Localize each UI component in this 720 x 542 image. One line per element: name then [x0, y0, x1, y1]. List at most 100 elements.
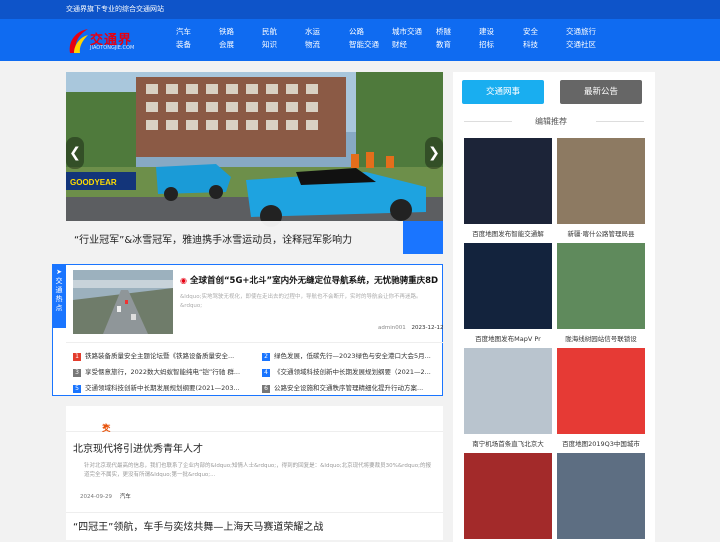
news-meta: 2024-09-29 汽车: [80, 492, 131, 500]
latest-news-header: ➤ 交通最新资讯: [66, 406, 443, 494]
divider: [464, 121, 512, 122]
logo-swoosh-icon: [69, 29, 88, 53]
nav-link[interactable]: 科技: [523, 38, 559, 51]
hot-tab-char: 交: [55, 277, 63, 285]
hot-list-text: 绿色发展，低碳先行—2023绿色与安全港口大会5月...: [274, 352, 431, 360]
hot-news-summary: &ldquo;实地驾驶无视化，即使在走出去的过程中，导航也不会断开，实时的导航会…: [180, 294, 422, 309]
hot-tab-char: 点: [55, 304, 63, 312]
slider-caption[interactable]: “行业冠军”&冰雪冠军，雅迪携手冰雪运动员，诠释冠军影响力: [66, 221, 403, 254]
editor-picks-heading: 编辑推荐: [535, 117, 567, 126]
rank-number: 2: [262, 353, 270, 361]
hot-news-image[interactable]: [73, 270, 173, 334]
hot-tab-char: 热: [55, 295, 63, 303]
nav-link[interactable]: 装备: [176, 38, 212, 51]
hot-author: admin001: [378, 325, 406, 331]
hot-list-item[interactable]: 2 绿色发展，低碳先行—2023绿色与安全港口大会5月...: [262, 350, 438, 361]
nav-item[interactable]: 交通旅行 交通社区: [566, 25, 602, 51]
news-card[interactable]: “四冠王”领航，车手与奕炫共舞—上海天马赛道荣耀之战: [66, 512, 443, 540]
slider-next-button[interactable]: ❯: [425, 137, 443, 169]
news-date: 2024-09-29: [80, 494, 112, 500]
nav-item[interactable]: 民航 知识: [262, 25, 298, 51]
nav-link[interactable]: 桥隧: [436, 25, 472, 38]
hot-tab-char: 通: [55, 286, 63, 294]
nav-item[interactable]: 桥隧 教育: [436, 25, 472, 51]
news-card[interactable]: 北京现代将引进优秀青年人才 针对北京现代最高的信息，我们也联系了企业内部的&ld…: [66, 432, 443, 512]
nav-item[interactable]: 城市交通 财经: [392, 25, 428, 51]
editor-pick-image[interactable]: [464, 453, 552, 539]
editor-pick-title[interactable]: 百度地图发布MapV Pr: [464, 333, 552, 343]
headline-badge-icon: ◉: [180, 276, 187, 285]
editor-pick-image[interactable]: [464, 243, 552, 329]
editor-pick-title[interactable]: 新疆·喀什公路管理局县: [557, 228, 645, 238]
editor-pick-title[interactable]: 百度地图2019Q3中国城市: [557, 438, 645, 448]
divider: [596, 121, 644, 122]
nav-link[interactable]: 交通旅行: [566, 25, 602, 38]
editor-pick-image[interactable]: [464, 348, 552, 434]
nav-link[interactable]: 财经: [392, 38, 428, 51]
news-title[interactable]: “四冠王”领航，车手与奕炫共舞—上海天马赛道荣耀之战: [73, 518, 323, 533]
top-bar: 交通界旗下专业的综合交通网站: [0, 0, 720, 19]
nav-item[interactable]: 汽车 装备: [176, 25, 212, 51]
nav-link[interactable]: 智能交通: [349, 38, 385, 51]
goodyear-banner: GOODYEAR: [70, 178, 117, 187]
nav-link[interactable]: 铁路: [219, 25, 255, 38]
nav-link[interactable]: 安全: [523, 25, 559, 38]
nav-link[interactable]: 汽车: [176, 25, 212, 38]
editor-pick-image[interactable]: [557, 243, 645, 329]
news-title[interactable]: 北京现代将引进优秀青年人才: [73, 440, 203, 455]
nav-link[interactable]: 交通社区: [566, 38, 602, 51]
hot-news-headline[interactable]: ◉ 全球首创“5G+北斗”室内外无缝定位导航系统，无忧驰骋重庆8D: [180, 274, 438, 286]
latest-notice-button[interactable]: 最新公告: [560, 80, 642, 104]
logo-subtext: JIAOTONGJIE.COM: [90, 45, 135, 51]
nav-link[interactable]: 城市交通: [392, 25, 428, 38]
nav-item[interactable]: 铁路 会展: [219, 25, 255, 51]
hot-headline-text: 全球首创“5G+北斗”室内外无缝定位导航系统，无忧驰骋重庆8D: [189, 276, 439, 286]
slider-prev-button[interactable]: ❮: [66, 137, 84, 169]
editor-pick-image[interactable]: [557, 453, 645, 539]
nav-link[interactable]: 水运: [305, 25, 341, 38]
nav-item[interactable]: 水运 物流: [305, 25, 341, 51]
nav-link[interactable]: 招标: [479, 38, 515, 51]
nav-link[interactable]: 知识: [262, 38, 298, 51]
editor-pick-title[interactable]: 百度地图发布智能交通解: [464, 228, 552, 238]
nav-link[interactable]: 公路: [349, 25, 385, 38]
hot-list-item[interactable]: 5 交通领域科技创新中长期发展规划纲要(2021—203...: [73, 382, 249, 393]
hot-date: 2023-12-12: [411, 325, 444, 331]
news-summary: 针对北京现代最高的信息，我们也联系了企业内部的&ldquo;知情人士&rdquo…: [84, 463, 432, 478]
slider-indicator: [403, 221, 443, 254]
divider: [66, 342, 443, 343]
hot-news-meta: admin001 2023-12-12: [378, 325, 443, 331]
hot-list-text: 交通领域科技创新中长期发展规划纲要(2021—203...: [85, 384, 240, 392]
hot-list-text: 享受惬意旅行，2022数大蚂蚁智能纯电“铠”行驰 群...: [85, 368, 241, 376]
site-slogan: 交通界旗下专业的综合交通网站: [66, 5, 164, 13]
nav-link[interactable]: 会展: [219, 38, 255, 51]
editor-pick-image[interactable]: [557, 348, 645, 434]
editor-pick-image[interactable]: [464, 138, 552, 224]
rank-number: 1: [73, 353, 81, 361]
editor-pick-title[interactable]: 陇海线树园站信号联锁设: [557, 333, 645, 343]
nav-item[interactable]: 公路 智能交通: [349, 25, 385, 51]
hot-list-item[interactable]: 3 享受惬意旅行，2022数大蚂蚁智能纯电“铠”行驰 群...: [73, 366, 249, 377]
hot-list-text: 铁路装备质量安全主题论坛暨《铁路设备质量安全...: [85, 352, 235, 360]
hot-list-item[interactable]: 4 《交通领域科技创新中长期发展规划纲要（2021—2...: [262, 366, 438, 377]
hot-news-tab: ➤ 交 通 热 点: [52, 264, 66, 328]
traffic-net-button[interactable]: 交通网事: [462, 80, 544, 104]
nav-link[interactable]: 物流: [305, 38, 341, 51]
nav-item[interactable]: 建设 招标: [479, 25, 515, 51]
nav-link[interactable]: 民航: [262, 25, 298, 38]
rank-number: 5: [73, 385, 81, 393]
news-tag[interactable]: 汽车: [120, 494, 131, 500]
rank-number: 3: [73, 369, 81, 377]
highway-photo: [73, 270, 173, 334]
send-icon: ➤: [56, 268, 62, 276]
hot-list-item[interactable]: 6 公路安全设施和交通秩序管理精细化提升行动方案...: [262, 382, 438, 393]
editor-pick-title[interactable]: 南宁机场首条直飞北京大: [464, 438, 552, 448]
site-logo[interactable]: 交通界 JIAOTONGJIE.COM: [66, 25, 144, 57]
nav-link[interactable]: 建设: [479, 25, 515, 38]
hot-list-text: 公路安全设施和交通秩序管理精细化提升行动方案...: [274, 384, 424, 392]
rank-number: 6: [262, 385, 270, 393]
nav-link[interactable]: 教育: [436, 38, 472, 51]
nav-item[interactable]: 安全 科技: [523, 25, 559, 51]
hot-list-item[interactable]: 1 铁路装备质量安全主题论坛暨《铁路设备质量安全...: [73, 350, 249, 361]
editor-pick-image[interactable]: [557, 138, 645, 224]
